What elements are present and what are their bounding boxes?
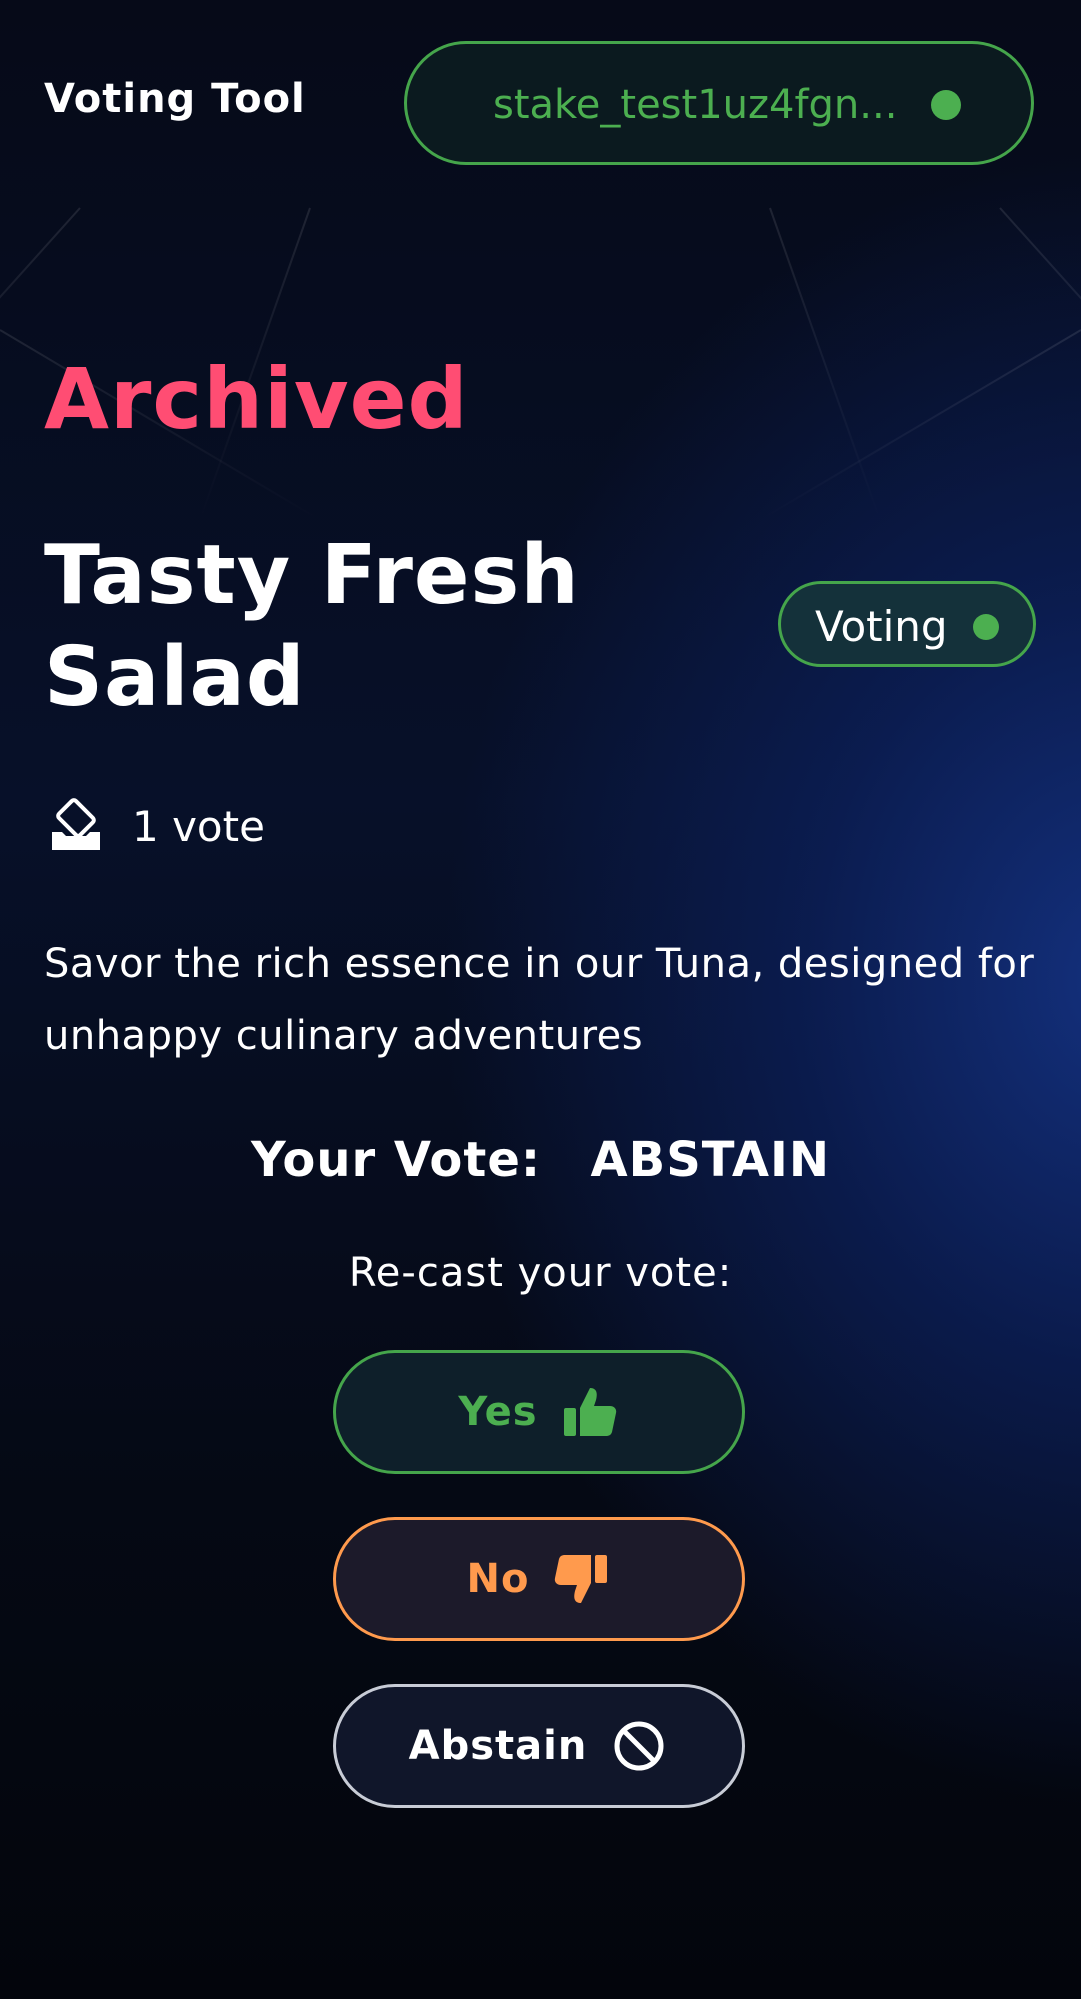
wallet-status-dot [931,90,961,120]
voting-status-badge: Voting [778,581,1036,667]
recast-vote-label: Re-cast your vote: [348,1250,733,1296]
ballot-icon [52,798,100,850]
vote-yes-button[interactable]: Yes [333,1350,745,1474]
thumbs-up-icon [563,1388,616,1436]
voting-status-dot [973,614,999,640]
thumbs-down-icon [555,1555,608,1603]
vote-abstain-label: Abstain [408,1723,588,1769]
vote-yes-label: Yes [458,1389,538,1435]
app-header: Voting Tool stake_test1uz4fgn... [0,0,1081,200]
voting-badge-label: Voting [815,602,948,651]
wallet-address: stake_test1uz4fgn... [493,82,898,128]
app-title: Voting Tool [44,76,306,122]
your-vote-value: ABSTAIN [590,1132,830,1188]
your-vote-label: Your Vote: [250,1132,542,1188]
vote-count: 1 vote [132,802,265,851]
proposal-title: Tasty Fresh Salad [44,528,580,725]
vote-no-label: No [466,1556,530,1602]
ban-icon [614,1721,664,1771]
your-vote-row: Your Vote: ABSTAIN [0,1132,1081,1188]
vote-abstain-button[interactable]: Abstain [333,1684,745,1808]
wallet-button[interactable]: stake_test1uz4fgn... [404,41,1034,165]
proposal-status-heading: Archived [44,350,469,448]
proposal-description: Savor the rich essence in our Tuna, desi… [44,941,1035,1059]
vote-count-row: 1 vote [48,798,448,856]
vote-no-button[interactable]: No [333,1517,745,1641]
